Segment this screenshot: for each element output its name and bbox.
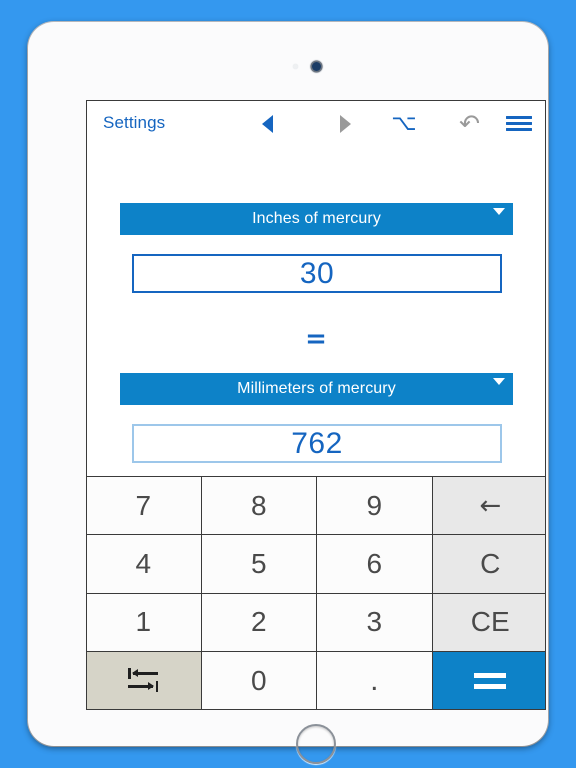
triangle-left-icon (261, 114, 273, 133)
key-9[interactable]: 9 (317, 477, 433, 536)
tablet-device: Settings ⌥ ↷ Inches of mercury 30 = Mill… (28, 22, 548, 764)
option-key-icon: ⌥ (391, 110, 417, 136)
key-label: CE (470, 606, 510, 638)
key-clear[interactable]: C (432, 535, 545, 594)
key-6[interactable]: 6 (317, 535, 433, 594)
key-label: 5 (250, 547, 267, 579)
hamburger-menu-icon (506, 113, 532, 134)
ambient-light-sensor-icon (293, 64, 298, 69)
chevron-down-icon (493, 208, 505, 215)
target-value-input[interactable]: 762 (132, 424, 502, 463)
chevron-down-icon (493, 378, 505, 385)
key-4[interactable]: 4 (87, 535, 202, 594)
numeric-keypad: 7 8 9 ← 4 5 6 C 1 2 3 CE 0 . (87, 476, 545, 709)
key-label: . (370, 663, 379, 697)
key-clear-entry[interactable]: CE (432, 593, 545, 652)
undo-arrow-icon: ↷ (458, 109, 480, 138)
key-2[interactable]: 2 (201, 593, 317, 652)
app-toolbar: Settings ⌥ ↷ (87, 101, 545, 146)
key-label: 4 (135, 547, 152, 579)
key-equals[interactable] (432, 651, 545, 709)
forward-button[interactable] (328, 101, 362, 146)
converter-panel: Inches of mercury 30 = Millimeters of me… (87, 146, 545, 478)
key-label: 1 (135, 606, 152, 638)
home-button[interactable] (296, 724, 336, 764)
key-label: 8 (250, 489, 267, 521)
target-unit-dropdown[interactable]: Millimeters of mercury (120, 373, 513, 405)
key-1[interactable]: 1 (87, 593, 202, 652)
equals-separator: = (305, 324, 327, 354)
target-value-text: 762 (291, 426, 343, 460)
key-8[interactable]: 8 (201, 477, 317, 536)
settings-link[interactable]: Settings (103, 113, 165, 133)
key-5[interactable]: 5 (201, 535, 317, 594)
tablet-screen: Settings ⌥ ↷ Inches of mercury 30 = Mill… (86, 100, 546, 710)
target-unit-label: Millimeters of mercury (237, 380, 396, 397)
key-swap-units[interactable] (87, 651, 202, 709)
key-label: 7 (135, 489, 152, 521)
back-button[interactable] (250, 101, 284, 146)
backspace-arrow-icon: ← (479, 490, 502, 521)
equals-icon (474, 667, 507, 695)
key-7[interactable]: 7 (87, 477, 202, 536)
key-label: 3 (366, 606, 383, 638)
triangle-right-icon (339, 114, 351, 133)
key-label: C (480, 547, 501, 579)
key-backspace[interactable]: ← (432, 477, 545, 536)
source-value-input[interactable]: 30 (132, 254, 502, 293)
source-unit-label: Inches of mercury (252, 210, 381, 227)
swap-units-icon (128, 667, 159, 694)
key-0[interactable]: 0 (201, 651, 317, 709)
key-decimal[interactable]: . (317, 651, 433, 709)
menu-button[interactable] (502, 101, 536, 146)
camera-lens-icon (312, 62, 321, 71)
key-label: 2 (250, 606, 267, 638)
source-value-text: 30 (299, 256, 335, 290)
key-label: 0 (250, 664, 267, 696)
undo-button[interactable]: ↷ (452, 101, 486, 146)
source-unit-dropdown[interactable]: Inches of mercury (120, 203, 513, 235)
option-button[interactable]: ⌥ (387, 101, 421, 146)
key-3[interactable]: 3 (317, 593, 433, 652)
key-label: 9 (366, 489, 383, 521)
key-label: 6 (366, 547, 383, 579)
